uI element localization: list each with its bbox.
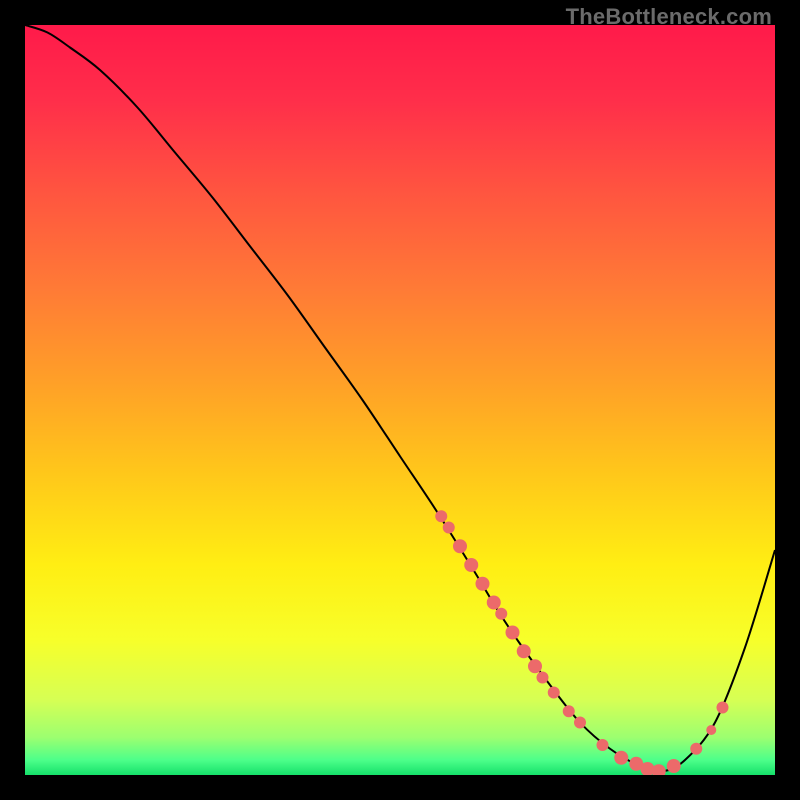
bottleneck-chart bbox=[25, 25, 775, 775]
data-marker bbox=[574, 717, 586, 729]
data-marker bbox=[597, 739, 609, 751]
data-marker bbox=[537, 672, 549, 684]
data-marker bbox=[706, 725, 716, 735]
chart-frame bbox=[25, 25, 775, 775]
data-marker bbox=[476, 577, 490, 591]
data-marker bbox=[667, 759, 681, 773]
gradient-background bbox=[25, 25, 775, 775]
data-marker bbox=[495, 608, 507, 620]
watermark-text: TheBottleneck.com bbox=[566, 4, 772, 30]
data-marker bbox=[717, 702, 729, 714]
data-marker bbox=[506, 626, 520, 640]
data-marker bbox=[487, 596, 501, 610]
data-marker bbox=[443, 522, 455, 534]
data-marker bbox=[517, 644, 531, 658]
data-marker bbox=[453, 539, 467, 553]
data-marker bbox=[435, 510, 447, 522]
data-marker bbox=[464, 558, 478, 572]
data-marker bbox=[528, 659, 542, 673]
data-marker bbox=[563, 705, 575, 717]
data-marker bbox=[614, 751, 628, 765]
data-marker bbox=[690, 743, 702, 755]
data-marker bbox=[548, 687, 560, 699]
